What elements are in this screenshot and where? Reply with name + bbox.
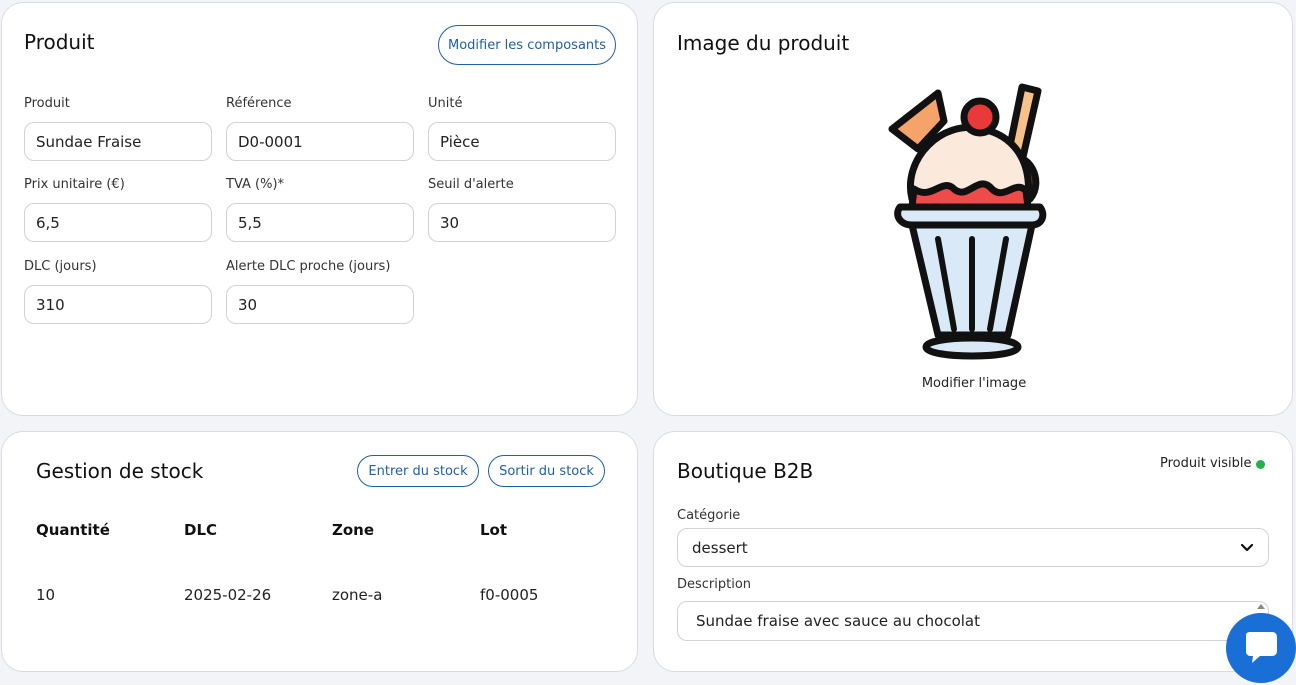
description-value: Sundae fraise avec sauce au chocolat — [696, 612, 980, 630]
unite-input[interactable] — [428, 122, 616, 161]
produit-card: Produit Modifier les composants Produit … — [1, 2, 638, 416]
reference-input[interactable] — [226, 122, 414, 161]
dlc-jours-label: DLC (jours) — [24, 259, 97, 274]
unite-label: Unité — [428, 96, 463, 111]
category-select[interactable]: dessert — [677, 528, 1269, 567]
description-label: Description — [677, 577, 752, 592]
scroll-up-icon[interactable] — [1256, 602, 1266, 610]
column-header-dlc: DLC — [184, 521, 218, 539]
modify-image-link[interactable]: Modifier l'image — [909, 376, 1039, 391]
stock-card-title: Gestion de stock — [36, 459, 204, 483]
chat-button[interactable] — [1226, 613, 1296, 683]
product-image[interactable] — [882, 79, 1066, 379]
image-card: Image du produit Modifier l'image — [653, 2, 1293, 416]
column-header-lot: Lot — [480, 521, 508, 539]
reference-label: Référence — [226, 96, 292, 111]
produit-input[interactable] — [24, 122, 212, 161]
enter-stock-button[interactable]: Entrer du stock — [357, 455, 479, 487]
cell-zone: zone-a — [332, 586, 383, 604]
exit-stock-button[interactable]: Sortir du stock — [488, 455, 605, 487]
prix-unitaire-label: Prix unitaire (€) — [24, 177, 125, 192]
visibility-label: Produit visible — [1160, 456, 1252, 471]
sundae-icon — [888, 83, 1047, 360]
cell-lot: f0-0005 — [480, 586, 539, 604]
boutique-card: Boutique B2B Produit visible Catégorie d… — [653, 431, 1293, 672]
chevron-down-icon — [1240, 543, 1254, 551]
cell-dlc: 2025-02-26 — [184, 586, 272, 604]
image-card-title: Image du produit — [677, 31, 850, 55]
seuil-alerte-input[interactable] — [428, 203, 616, 242]
stock-card: Gestion de stock Entrer du stock Sortir … — [1, 431, 638, 672]
alerte-dlc-label: Alerte DLC proche (jours) — [226, 259, 391, 274]
column-header-quantite: Quantité — [36, 521, 110, 539]
column-header-zone: Zone — [332, 521, 375, 539]
category-value: dessert — [692, 538, 748, 557]
tva-input[interactable] — [226, 203, 414, 242]
alerte-dlc-input[interactable] — [226, 285, 414, 324]
prix-unitaire-input[interactable] — [24, 203, 212, 242]
visibility-status-dot — [1256, 460, 1265, 469]
produit-card-title: Produit — [24, 30, 95, 54]
dlc-jours-input[interactable] — [24, 285, 212, 324]
modify-components-button[interactable]: Modifier les composants — [438, 25, 616, 65]
boutique-card-title: Boutique B2B — [677, 459, 814, 483]
chat-icon — [1246, 632, 1277, 663]
produit-label: Produit — [24, 96, 70, 111]
seuil-alerte-label: Seuil d'alerte — [428, 177, 514, 192]
description-textarea[interactable]: Sundae fraise avec sauce au chocolat — [677, 601, 1269, 641]
category-label: Catégorie — [677, 508, 741, 523]
cell-quantite: 10 — [36, 586, 56, 604]
tva-label: TVA (%)* — [226, 177, 285, 192]
